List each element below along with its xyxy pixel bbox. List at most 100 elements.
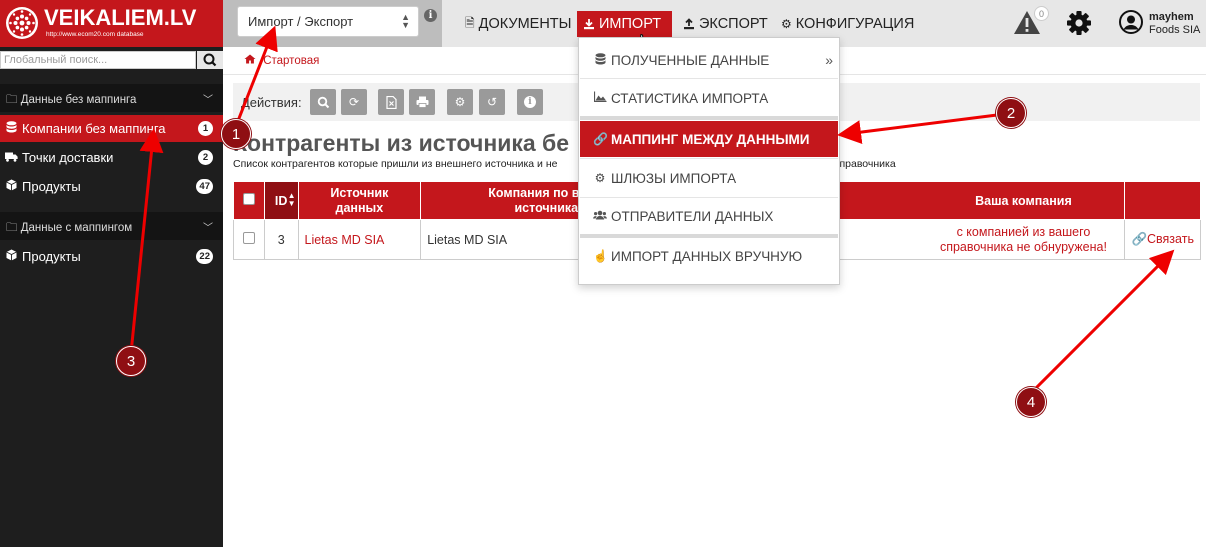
- user-name[interactable]: mayhem: [1149, 11, 1194, 23]
- nav-documents[interactable]: 🗎 Документы: [459, 11, 578, 37]
- breadcrumb-home-label: Стартовая: [263, 55, 320, 67]
- nav-documents-label: Документы: [478, 16, 572, 32]
- sidebar-item-unmapped-companies[interactable]: Компании без маппинга 1: [0, 115, 223, 142]
- menu-item-data-mapping[interactable]: 🔗 Маппинг между данными: [580, 121, 838, 157]
- hand-pointer-icon: ☝: [593, 249, 608, 263]
- logo-emblem-icon: [6, 7, 38, 39]
- history-button[interactable]: ↺: [479, 89, 505, 115]
- sort-icon: ▲ ▼: [287, 191, 296, 208]
- global-search-input[interactable]: Глобальный поиск...: [0, 51, 196, 69]
- user-avatar-icon[interactable]: [1119, 10, 1143, 34]
- menu-item-manual-import[interactable]: ☝ Импорт данных вручную: [580, 238, 838, 274]
- search-icon: [203, 53, 217, 67]
- chevron-down-icon: ﹀: [203, 223, 213, 234]
- sidebar-item-label: Точки доставки: [22, 150, 114, 165]
- export-excel-button[interactable]: [378, 89, 404, 115]
- double-chevron-right-icon: »: [825, 52, 833, 68]
- row-source-link[interactable]: Lietas MD SIA: [305, 233, 385, 247]
- cogs-icon: ⚙: [594, 171, 606, 185]
- sidebar-item-label: Компании без маппинга: [22, 121, 166, 136]
- nav-config-label: Конфигурация: [795, 16, 915, 32]
- users-icon: [593, 209, 607, 223]
- row-checkbox-cell: [233, 219, 265, 260]
- database-icon: [593, 52, 607, 68]
- module-select-area: Импорт / Экспорт ▲ ▼ i: [223, 0, 442, 47]
- sidebar-group-mapped-label: Данные с маппингом: [20, 222, 133, 234]
- print-button[interactable]: [409, 89, 435, 115]
- settings-action-button[interactable]: ⚙: [447, 89, 473, 115]
- source-column-header[interactable]: Источник данных: [297, 181, 422, 220]
- link-icon: 🔗: [593, 132, 608, 146]
- excel-file-icon: [385, 95, 397, 109]
- refresh-icon: ⟳: [348, 95, 360, 109]
- import-dropdown-menu: Полученные данные » Статистика импорта 🔗…: [578, 37, 840, 285]
- row-id: 3: [263, 219, 299, 260]
- row-checkbox[interactable]: [242, 232, 255, 244]
- annotation-marker-1: 1: [221, 119, 251, 149]
- cube-icon: [4, 179, 18, 194]
- row-action-cell: 🔗Связать: [1124, 219, 1201, 260]
- select-all-header: [233, 181, 265, 220]
- menu-item-import-stats[interactable]: Статистика импорта: [580, 80, 838, 116]
- module-select-value: Импорт / Экспорт: [248, 14, 354, 29]
- menu-item-data-senders[interactable]: Отправители данных: [580, 198, 838, 234]
- menu-divider: [580, 158, 838, 159]
- settings-gear-icon[interactable]: [1066, 10, 1092, 36]
- document-icon: 🗎: [465, 15, 475, 30]
- link-icon: 🔗: [1131, 232, 1148, 246]
- history-icon: ↺: [486, 95, 498, 109]
- module-select[interactable]: Импорт / Экспорт ▲ ▼: [237, 6, 419, 37]
- logo[interactable]: VEIKALIEM.LV http://www.ecom20.com datab…: [0, 0, 223, 47]
- count-badge: 2: [198, 150, 213, 165]
- source-header-label: Источник данных: [330, 185, 389, 215]
- sidebar-item-products-mapped[interactable]: Продукты 22: [0, 243, 223, 270]
- link-button[interactable]: 🔗Связать: [1131, 232, 1194, 246]
- print-icon: [416, 96, 428, 108]
- alert-count-badge: 0: [1034, 6, 1049, 21]
- menu-item-label: Отправители данных: [611, 208, 774, 224]
- id-column-header[interactable]: ID ▲ ▼: [263, 181, 299, 220]
- nav-export[interactable]: Экспорт: [677, 11, 774, 37]
- menu-divider: [580, 78, 838, 79]
- id-header-label: ID: [274, 193, 288, 208]
- chevron-down-icon: ﹀: [203, 95, 213, 106]
- sidebar-group-unmapped[interactable]: 🗀 Данные без маппинга ﹀: [0, 84, 223, 112]
- sidebar-group-mapped[interactable]: 🗀 Данные с маппингом ﹀: [0, 212, 223, 240]
- page-subtitle-left: Список контрагентов которые пришли из вн…: [233, 158, 558, 170]
- sidebar-item-delivery-points[interactable]: Точки доставки 2: [0, 144, 223, 171]
- menu-item-label: Импорт данных вручную: [611, 248, 803, 264]
- menu-item-received-data[interactable]: Полученные данные »: [580, 42, 838, 78]
- nav-export-label: Экспорт: [699, 16, 768, 32]
- actions-column-header: [1124, 181, 1201, 220]
- area-chart-icon: [593, 91, 607, 105]
- sidebar-item-products-unmapped[interactable]: Продукты 47: [0, 173, 223, 200]
- info-icon: i: [524, 96, 536, 108]
- menu-item-label: Маппинг между данными: [611, 131, 810, 147]
- menu-item-label: Шлюзы импорта: [611, 170, 737, 186]
- logo-text: VEIKALIEM.LV: [44, 5, 197, 30]
- breadcrumb[interactable]: Стартовая: [244, 54, 319, 67]
- refresh-button[interactable]: ⟳: [341, 89, 367, 115]
- annotation-marker-4: 4: [1016, 387, 1046, 417]
- sidebar-item-label: Продукты: [22, 249, 81, 264]
- menu-item-label: Полученные данные: [611, 52, 770, 68]
- info-icon[interactable]: i: [424, 9, 437, 22]
- info-action-button[interactable]: i: [517, 89, 543, 115]
- user-organization[interactable]: Foods SIA: [1149, 24, 1200, 36]
- search-icon: [317, 96, 329, 108]
- nav-import[interactable]: Импорт: [577, 11, 672, 37]
- select-updown-icon: ▲ ▼: [401, 12, 410, 30]
- nav-config[interactable]: ⚙ Конфигурация: [775, 11, 920, 37]
- search-action-button[interactable]: [310, 89, 336, 115]
- count-badge: 47: [196, 179, 213, 194]
- count-badge: 1: [198, 121, 213, 136]
- folder-open-icon: 🗀: [6, 222, 18, 234]
- cube-icon: [4, 249, 18, 264]
- menu-item-import-gateways[interactable]: ⚙ Шлюзы импорта: [580, 160, 838, 196]
- download-icon: [584, 19, 594, 30]
- select-all-checkbox[interactable]: [242, 193, 255, 205]
- home-icon: [244, 54, 259, 67]
- actions-label: Действия:: [241, 95, 302, 110]
- search-button[interactable]: [197, 51, 223, 69]
- row-source: Lietas MD SIA: [297, 219, 422, 260]
